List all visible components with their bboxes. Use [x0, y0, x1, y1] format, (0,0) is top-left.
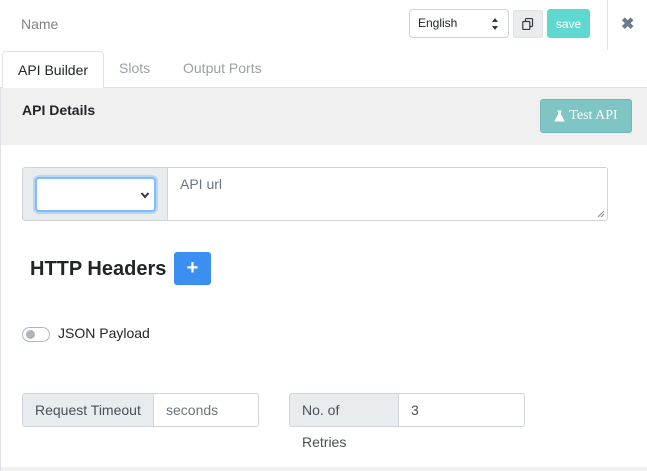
- panel-title: API Details: [22, 102, 96, 118]
- json-payload-toggle[interactable]: [22, 327, 50, 342]
- name-field[interactable]: Name: [21, 16, 58, 32]
- select-arrows-icon: [492, 18, 498, 30]
- http-headers-title: HTTP Headers: [30, 258, 167, 280]
- test-api-button[interactable]: Test API: [540, 99, 632, 133]
- toggle-knob: [26, 330, 35, 339]
- json-payload-label: JSON Payload: [58, 325, 150, 341]
- divider: [607, 0, 608, 50]
- language-select-value: English: [418, 16, 458, 30]
- add-header-button[interactable]: +: [174, 252, 211, 285]
- copy-button[interactable]: [513, 10, 543, 38]
- retries-label: No. of Retries: [289, 393, 399, 450]
- http-method-select[interactable]: [35, 177, 156, 212]
- request-timeout-input[interactable]: seconds: [153, 393, 259, 427]
- tab-output-ports[interactable]: Output Ports: [168, 50, 277, 88]
- chevron-down-icon: [140, 192, 150, 199]
- resize-grip-icon[interactable]: [597, 210, 605, 218]
- api-url-placeholder: API url: [180, 176, 223, 192]
- copy-icon: [522, 18, 534, 30]
- http-method-group: [22, 167, 168, 221]
- tab-slots[interactable]: Slots: [104, 50, 165, 88]
- language-select[interactable]: English: [409, 9, 509, 38]
- panel-header: API Details Test API: [1, 88, 647, 145]
- flask-icon: [554, 110, 565, 122]
- top-bar: Name English save ✖: [0, 0, 647, 50]
- test-api-label: Test API: [569, 108, 618, 123]
- close-icon[interactable]: ✖: [621, 14, 637, 33]
- tab-api-builder[interactable]: API Builder: [2, 51, 105, 89]
- api-url-input[interactable]: API url: [167, 167, 608, 221]
- tab-bar: API Builder Slots Output Ports: [0, 50, 647, 89]
- save-button[interactable]: save: [547, 9, 590, 38]
- plus-icon: +: [186, 257, 199, 279]
- request-timeout-label: Request Timeout: [22, 393, 154, 427]
- retries-input[interactable]: 3: [398, 393, 525, 427]
- bottom-rule: [1, 467, 647, 471]
- api-builder-panel: API Details Test API API url HTTP Header…: [0, 88, 647, 471]
